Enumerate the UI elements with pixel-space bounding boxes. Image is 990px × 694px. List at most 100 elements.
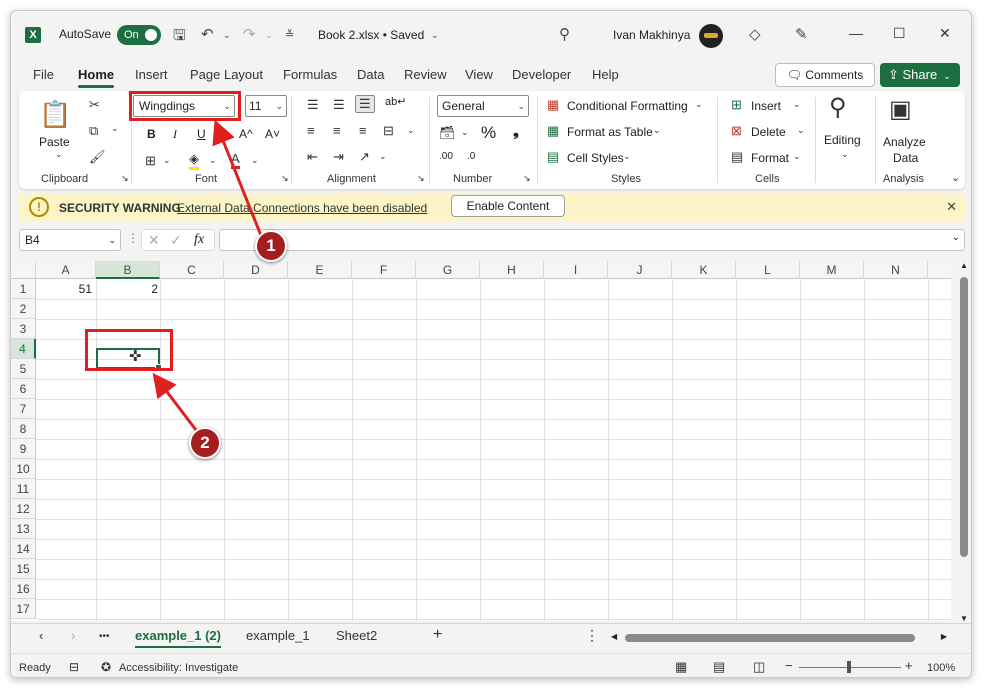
- font-color-dropdown-icon[interactable]: ⌄: [251, 155, 259, 166]
- cell-styles-button[interactable]: Cell Styles: [567, 151, 624, 165]
- redo-dropdown-icon[interactable]: ⌄: [265, 30, 273, 41]
- insert-cells-icon[interactable]: ⊞: [731, 97, 742, 113]
- row-header-9[interactable]: 9: [11, 439, 36, 459]
- borders-icon[interactable]: ⊞: [145, 153, 156, 169]
- row-header-11[interactable]: 11: [11, 479, 36, 499]
- tab-help[interactable]: Help: [592, 67, 619, 82]
- tab-file[interactable]: File: [33, 67, 54, 82]
- number-dropdown-icon[interactable]: ⌄: [517, 96, 525, 116]
- cell-styles-icon[interactable]: ▤: [547, 149, 559, 165]
- tab-page-layout[interactable]: Page Layout: [190, 67, 263, 82]
- comments-button[interactable]: 🗨 Comments: [775, 63, 875, 87]
- row-header-15[interactable]: 15: [11, 559, 36, 579]
- increase-decimal-button[interactable]: .00: [439, 151, 453, 162]
- cancel-icon[interactable]: ✕: [148, 232, 160, 249]
- row-header-12[interactable]: 12: [11, 499, 36, 519]
- autosave-toggle[interactable]: On: [117, 25, 161, 45]
- delete-button[interactable]: Delete: [751, 125, 786, 139]
- paste-icon[interactable]: 📋: [39, 99, 71, 130]
- minimize-icon[interactable]: —: [849, 25, 863, 41]
- worksheet-grid[interactable]: A B C D E F G H I J K L M N 1 2 3 4 5 6 …: [11, 261, 951, 621]
- copy-dropdown-icon[interactable]: ⌄: [111, 123, 119, 134]
- column-header-l[interactable]: L: [736, 261, 800, 279]
- row-header-6[interactable]: 6: [11, 379, 36, 399]
- row-header-13[interactable]: 13: [11, 519, 36, 539]
- zoom-in-button[interactable]: +: [905, 658, 913, 673]
- cell-a1[interactable]: 51: [36, 282, 92, 296]
- search-icon[interactable]: ⚲: [559, 25, 570, 43]
- row-header-16[interactable]: 16: [11, 579, 36, 599]
- tab-insert[interactable]: Insert: [135, 67, 168, 82]
- merge-center-icon[interactable]: ⊟: [383, 123, 394, 139]
- vertical-scrollbar[interactable]: ▲ ▼: [957, 261, 971, 623]
- select-all-corner[interactable]: [11, 261, 36, 279]
- row-header-8[interactable]: 8: [11, 419, 36, 439]
- next-sheet-icon[interactable]: ›: [71, 628, 75, 643]
- underline-button[interactable]: U: [197, 127, 206, 141]
- insert-function-button[interactable]: fx: [194, 232, 204, 248]
- number-launcher-icon[interactable]: ↘: [523, 173, 531, 184]
- collapse-ribbon-icon[interactable]: ⌄: [951, 171, 960, 184]
- page-break-view-icon[interactable]: ◫: [753, 659, 765, 675]
- delete-cells-icon[interactable]: ⊠: [731, 123, 742, 139]
- sheet-tab-example-1[interactable]: example_1: [246, 628, 310, 643]
- column-header-c[interactable]: C: [160, 261, 224, 279]
- conditional-formatting-icon[interactable]: ▦: [547, 97, 559, 113]
- accessibility-icon[interactable]: ✪: [101, 660, 111, 674]
- font-launcher-icon[interactable]: ↘: [281, 173, 289, 184]
- fill-color-icon[interactable]: ◈: [189, 151, 199, 170]
- analyze-data-label[interactable]: Data: [893, 151, 918, 165]
- search-icon[interactable]: ⚲: [829, 93, 847, 122]
- format-table-dropdown-icon[interactable]: ⌄: [653, 125, 661, 136]
- alignment-launcher-icon[interactable]: ↘: [417, 173, 425, 184]
- font-size-select[interactable]: 11 ⌄: [245, 95, 287, 117]
- wrap-text-icon[interactable]: ab↵: [385, 95, 406, 108]
- format-table-icon[interactable]: ▦: [547, 123, 559, 139]
- column-header-h[interactable]: H: [480, 261, 544, 279]
- row-header-14[interactable]: 14: [11, 539, 36, 559]
- vertical-scroll-thumb[interactable]: [960, 277, 968, 557]
- column-header-b[interactable]: B: [96, 261, 160, 279]
- row-header-4[interactable]: 4: [11, 339, 36, 359]
- more-sheets-button[interactable]: •••: [99, 631, 110, 642]
- scroll-down-icon[interactable]: ▼: [960, 614, 968, 623]
- expand-formula-icon[interactable]: ⌄: [952, 232, 960, 243]
- save-icon[interactable]: 🖫: [173, 25, 186, 50]
- conditional-formatting-button[interactable]: Conditional Formatting: [567, 99, 688, 113]
- enter-icon[interactable]: ✓: [170, 232, 182, 249]
- align-middle-icon[interactable]: ☰: [333, 97, 345, 113]
- share-button[interactable]: ⇪ Share ⌄: [880, 63, 960, 87]
- format-as-table-button[interactable]: Format as Table: [567, 125, 653, 139]
- delete-dropdown-icon[interactable]: ⌄: [797, 125, 805, 136]
- zoom-level[interactable]: 100%: [927, 662, 955, 674]
- maximize-icon[interactable]: ☐: [893, 25, 906, 42]
- row-header-5[interactable]: 5: [11, 359, 36, 379]
- column-header-o[interactable]: [928, 261, 951, 279]
- scroll-right-icon[interactable]: ▶: [941, 632, 947, 641]
- orientation-dropdown-icon[interactable]: ⌄: [379, 151, 387, 162]
- tab-formulas[interactable]: Formulas: [283, 67, 337, 82]
- zoom-out-button[interactable]: −: [785, 658, 793, 673]
- copy-icon[interactable]: ⧉: [89, 123, 98, 139]
- align-bottom-icon[interactable]: ☰: [355, 95, 375, 113]
- italic-button[interactable]: I: [173, 127, 177, 142]
- cell-b1[interactable]: 2: [96, 282, 158, 296]
- clipboard-launcher-icon[interactable]: ↘: [121, 173, 129, 184]
- accounting-icon[interactable]: 🗃: [439, 125, 456, 141]
- paste-label[interactable]: Paste: [39, 135, 70, 149]
- close-icon[interactable]: ✕: [939, 25, 951, 42]
- more-options-icon[interactable]: ⋮: [127, 231, 139, 245]
- column-header-a[interactable]: A: [36, 261, 96, 279]
- share-dropdown-icon[interactable]: ⌄: [943, 71, 951, 81]
- column-header-k[interactable]: K: [672, 261, 736, 279]
- tab-data[interactable]: Data: [357, 67, 384, 82]
- row-header-7[interactable]: 7: [11, 399, 36, 419]
- orientation-icon[interactable]: ↗: [359, 149, 370, 165]
- underline-dropdown-icon[interactable]: ⌄: [213, 129, 221, 140]
- number-format-select[interactable]: General ⌄: [437, 95, 529, 117]
- column-header-i[interactable]: I: [544, 261, 608, 279]
- undo-dropdown-icon[interactable]: ⌄: [223, 30, 231, 41]
- close-icon[interactable]: ✕: [946, 199, 957, 215]
- security-message-link[interactable]: External Data Connections have been disa…: [177, 201, 427, 215]
- column-header-m[interactable]: M: [800, 261, 864, 279]
